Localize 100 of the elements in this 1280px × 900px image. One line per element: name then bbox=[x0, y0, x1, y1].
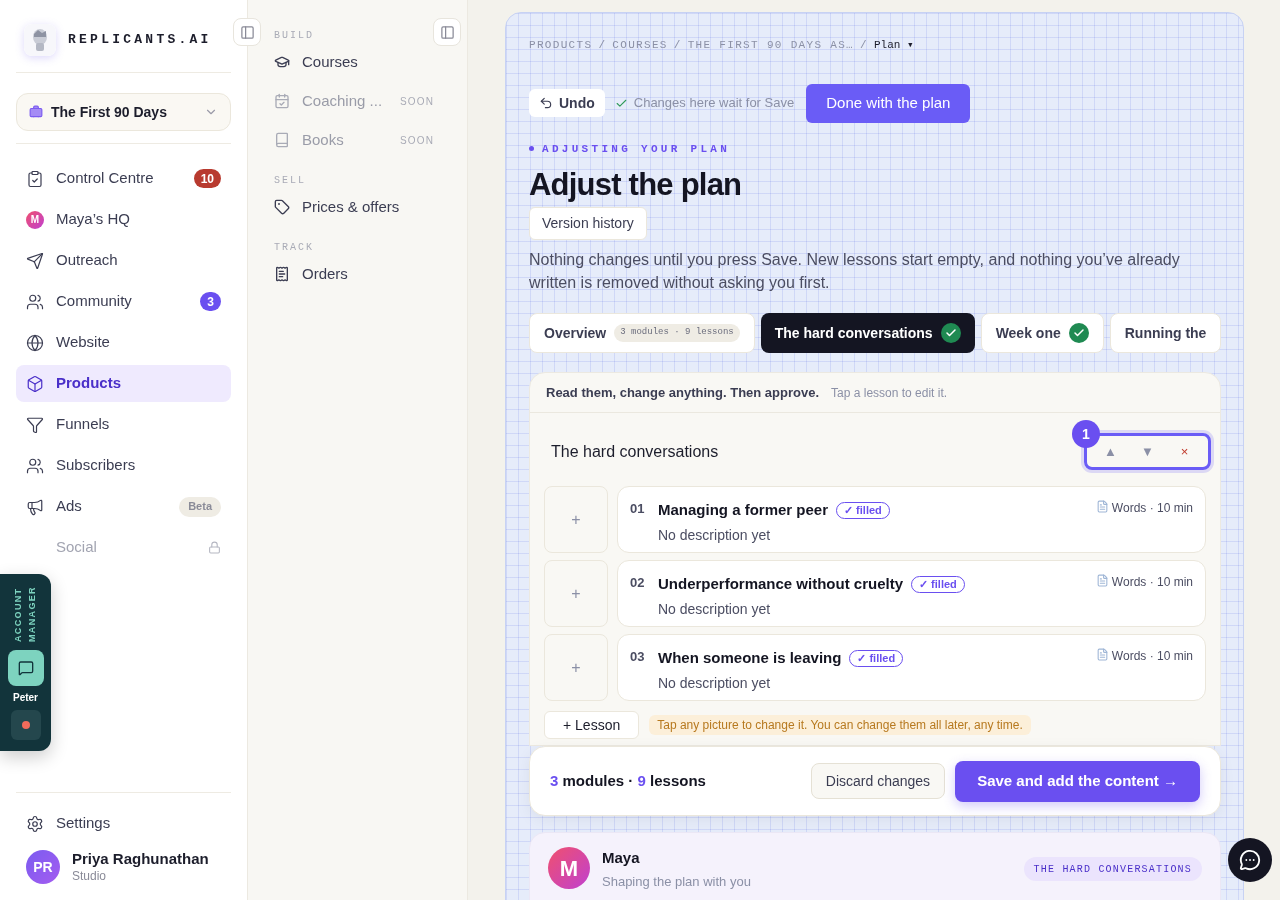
save-note: Changes here wait for Save bbox=[633, 94, 795, 113]
done-check-icon bbox=[940, 323, 961, 343]
section-heading: BUILD bbox=[274, 29, 315, 43]
account-manager-label: ACCOUNT MANAGER bbox=[11, 585, 38, 642]
picture-tip: Tap any picture to change it. You can change them all later, any time. bbox=[649, 715, 1031, 735]
section-heading: SELL bbox=[274, 174, 307, 188]
version-history-button[interactable]: Version history bbox=[529, 207, 647, 240]
send-icon bbox=[26, 251, 44, 270]
tab[interactable]: Overview 3 modules · 9 lessons bbox=[529, 313, 755, 353]
lesson-title: When someone is leaving bbox=[658, 648, 842, 668]
hint-text: Tap a lesson to edit it. bbox=[831, 384, 948, 402]
section-heading: TRACK bbox=[274, 241, 315, 255]
delete-button[interactable]: × bbox=[1169, 441, 1200, 462]
lesson-title: Underperformance without cruelty bbox=[658, 574, 904, 594]
done-check-icon bbox=[1068, 323, 1089, 343]
lesson-card[interactable]: 01 Managing a former peer ✓ filled No description yet Words · 10 min bbox=[617, 486, 1206, 553]
assistant-subtitle: Shaping the plan with you bbox=[602, 872, 751, 891]
count-badge: 10 bbox=[193, 169, 221, 188]
chat-icon bbox=[17, 660, 34, 676]
lesson-number: 03 bbox=[630, 648, 646, 666]
lesson-description: No description yet bbox=[658, 525, 772, 545]
assistant-avatar: M bbox=[548, 847, 590, 889]
nav-item[interactable]: Website bbox=[16, 324, 231, 361]
done-button[interactable]: Done with the plan bbox=[806, 83, 971, 123]
module-title: The hard conversations bbox=[551, 441, 719, 462]
tab-count-badge: 3 modules · 9 lessons bbox=[614, 324, 740, 342]
document-icon bbox=[1095, 648, 1109, 661]
plan-summary: 3 modules · 9 lessons bbox=[550, 770, 706, 791]
nav-item[interactable]: Community 3 bbox=[16, 283, 231, 320]
lesson-number: 02 bbox=[630, 574, 646, 592]
nav-item[interactable]: Subscribers bbox=[16, 447, 231, 484]
manager-name: Peter bbox=[13, 691, 38, 705]
nav-item[interactable]: M Maya’s HQ bbox=[16, 201, 231, 238]
settings-item[interactable]: Settings bbox=[16, 805, 231, 842]
chat-button[interactable] bbox=[7, 650, 44, 686]
calendar-icon bbox=[274, 93, 290, 109]
instruction-text: Read them, change anything. Then approve. bbox=[546, 383, 820, 402]
nav-item[interactable]: Funnels bbox=[16, 406, 231, 443]
chat-bubble-icon bbox=[1239, 849, 1261, 871]
lesson-meta: Words · 10 min bbox=[1111, 648, 1193, 665]
lesson-meta: Words · 10 min bbox=[1111, 574, 1193, 591]
undo-icon bbox=[539, 96, 553, 110]
people-icon bbox=[26, 456, 44, 475]
breadcrumb-separator: / bbox=[860, 38, 868, 53]
count-badge: 3 bbox=[200, 292, 221, 311]
breadcrumb-separator: / bbox=[598, 38, 607, 53]
save-button[interactable]: Save and add the content → bbox=[955, 760, 1200, 802]
logo-icon bbox=[24, 24, 56, 56]
briefcase-icon bbox=[29, 105, 43, 119]
globe-icon bbox=[26, 333, 44, 352]
megaphone-icon bbox=[26, 497, 44, 516]
nav-item[interactable]: Control Centre 10 bbox=[16, 160, 231, 197]
breadcrumb-separator: / bbox=[673, 38, 682, 53]
lesson-card[interactable]: 03 When someone is leaving ✓ filled No description yet Words · 10 min bbox=[617, 634, 1206, 701]
avatar-icon: M bbox=[26, 210, 44, 229]
workspace-selector[interactable]: The First 90 Days bbox=[16, 93, 231, 131]
funnel-icon bbox=[26, 415, 44, 434]
user-name: Priya Raghunathan bbox=[72, 850, 209, 869]
lesson-description: No description yet bbox=[658, 673, 772, 693]
soon-tag: SOON bbox=[400, 93, 435, 109]
lesson-title: Managing a former peer bbox=[658, 500, 829, 520]
graduation-cap-icon bbox=[274, 54, 290, 70]
lesson-description: No description yet bbox=[658, 599, 772, 619]
eyebrow-label: ADJUSTING YOUR PLAN bbox=[542, 141, 731, 157]
settings-icon bbox=[26, 814, 44, 833]
nav-item[interactable]: Ads Beta bbox=[16, 488, 231, 525]
panel-icon bbox=[239, 24, 255, 40]
document-icon bbox=[1095, 500, 1109, 513]
document-icon bbox=[1095, 574, 1109, 587]
user-plan: Studio bbox=[72, 868, 108, 884]
lesson-card[interactable]: 02 Underperformance without cruelty ✓ filled No description yet Words · 10 min bbox=[617, 560, 1206, 627]
subnav-item[interactable]: Courses bbox=[274, 49, 441, 75]
module-number-badge: 1 bbox=[1072, 420, 1100, 448]
soon-tag: SOON bbox=[400, 132, 435, 148]
brand-name: REPLICANTS.AI bbox=[68, 31, 212, 50]
add-lesson-button[interactable]: + Lesson bbox=[544, 711, 640, 739]
beta-tag: Beta bbox=[179, 496, 221, 517]
lesson-meta: Words · 10 min bbox=[1111, 500, 1193, 517]
receipt-icon bbox=[274, 266, 290, 282]
nav-item[interactable]: Outreach bbox=[16, 242, 231, 279]
tag-icon bbox=[274, 199, 290, 215]
clipboard-icon bbox=[26, 169, 44, 188]
tab[interactable]: The hard conversations bbox=[760, 313, 975, 353]
book-icon bbox=[274, 132, 290, 148]
cube-icon bbox=[26, 374, 44, 393]
discard-button[interactable]: Discard changes bbox=[810, 763, 946, 799]
tab[interactable]: Week one bbox=[980, 313, 1104, 353]
subnav-item[interactable]: Orders bbox=[274, 261, 441, 287]
page-title: Adjust the plan bbox=[529, 166, 743, 204]
user-avatar: PR bbox=[26, 850, 60, 884]
intro-text: Nothing changes until you press Save. New lessons start empty, and nothing you’ve already written is removed without asking you first. bbox=[529, 250, 1181, 293]
lesson-number: 01 bbox=[630, 500, 646, 518]
breadcrumb-current[interactable]: Plan ▾ bbox=[873, 37, 914, 54]
module-tag: THE HARD CONVERSATIONS bbox=[1023, 857, 1202, 881]
panel-icon bbox=[439, 24, 455, 40]
tab[interactable]: Running the bbox=[1109, 313, 1221, 353]
nav-item[interactable]: Products bbox=[16, 365, 231, 402]
undo-button[interactable]: Undo bbox=[529, 89, 605, 117]
subnav-item[interactable]: Prices & offers bbox=[274, 194, 441, 220]
assistant-name: Maya bbox=[602, 848, 641, 868]
